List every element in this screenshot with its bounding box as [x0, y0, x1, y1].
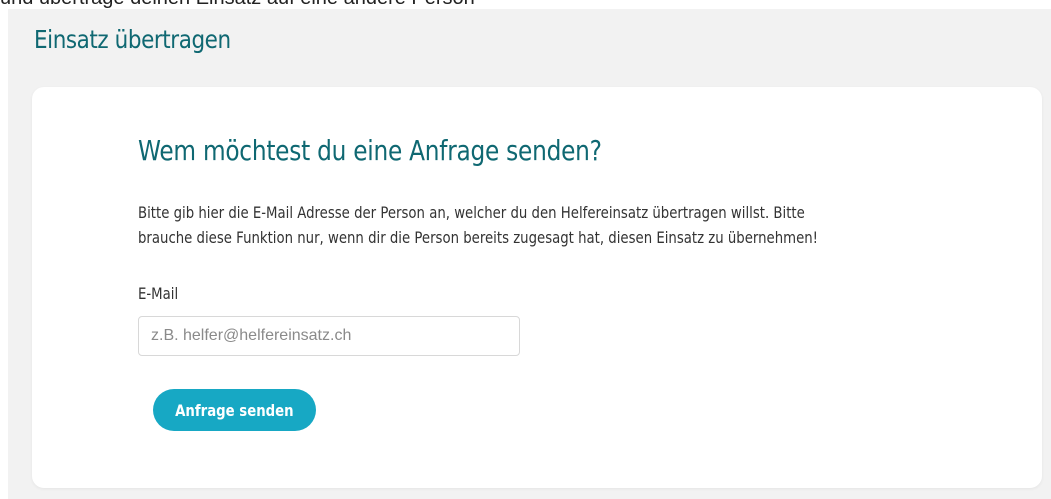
- partial-top-text: und übertrage deinen Einsatz auf eine an…: [0, 0, 475, 9]
- transfer-card: Wem möchtest du eine Anfrage senden? Bit…: [32, 87, 1042, 488]
- description-line-2: brauche diese Funktion nur, wenn dir die…: [138, 228, 818, 247]
- description-line-1: Bitte gib hier die E-Mail Adresse der Pe…: [138, 203, 805, 222]
- email-label: E-Mail: [138, 284, 179, 303]
- page-title: Einsatz übertragen: [34, 25, 231, 54]
- transfer-panel: Einsatz übertragen Wem möchtest du eine …: [8, 9, 1051, 499]
- send-request-button-label: Anfrage senden: [175, 400, 294, 420]
- description: Bitte gib hier die E-Mail Adresse der Pe…: [138, 200, 968, 250]
- card-heading: Wem möchtest du eine Anfrage senden?: [138, 134, 602, 167]
- email-field[interactable]: [138, 316, 520, 356]
- send-request-button[interactable]: Anfrage senden: [153, 389, 316, 431]
